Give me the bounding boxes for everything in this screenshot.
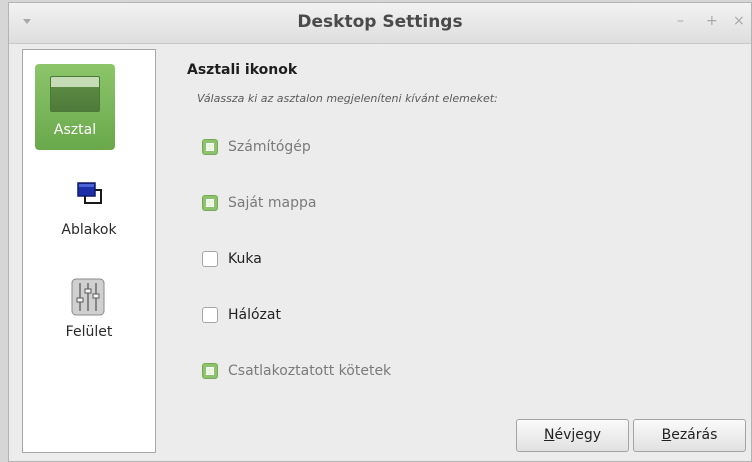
- sidebar-item-label: Asztal: [53, 122, 97, 138]
- close-button-label: ezárás: [671, 427, 718, 443]
- close-button[interactable]: Bezárás: [633, 419, 746, 452]
- checkbox-label: Hálózat: [228, 307, 281, 323]
- checkbox-checked-icon[interactable]: [202, 195, 218, 211]
- checkbox-label: Saját mappa: [228, 195, 317, 211]
- window-title: Desktop Settings: [297, 12, 463, 32]
- about-button[interactable]: Névjegy: [516, 419, 629, 452]
- about-button-mnemonic: N: [543, 427, 555, 443]
- checkbox-unchecked-icon[interactable]: [202, 307, 218, 323]
- checkbox-checked-icon[interactable]: [202, 363, 218, 379]
- section-title: Asztali ikonok: [187, 62, 298, 78]
- section-subtitle: Válassza ki az asztalon megjeleníteni kí…: [197, 92, 498, 105]
- checkbox-label: Kuka: [228, 251, 262, 267]
- desktop-icon: [50, 76, 100, 112]
- close-icon[interactable]: ×: [733, 13, 745, 29]
- windows-icon: [77, 182, 102, 204]
- close-button-mnemonic: B: [661, 427, 672, 443]
- minimize-icon[interactable]: –: [677, 13, 684, 29]
- checkbox-checked-icon[interactable]: [202, 139, 218, 155]
- checkbox-unchecked-icon[interactable]: [202, 251, 218, 267]
- checkbox-label: Számítógép: [228, 139, 311, 155]
- sidebar-item-asztal[interactable]: Asztal: [35, 64, 115, 150]
- checkbox-label: Csatlakoztatott kötetek: [228, 363, 392, 379]
- maximize-icon[interactable]: +: [706, 13, 718, 29]
- mixer-icon: [71, 278, 105, 316]
- about-button-label: évjegy: [554, 427, 602, 443]
- desktop-settings-window: Desktop Settings – + × Asztal Ablakok Fe…: [8, 2, 752, 462]
- title-bar[interactable]: Desktop Settings – + ×: [9, 3, 751, 44]
- sidebar-item-label: Ablakok: [61, 222, 117, 238]
- sidebar: Asztal Ablakok Felület: [22, 49, 156, 453]
- sidebar-item-label: Felület: [65, 324, 113, 340]
